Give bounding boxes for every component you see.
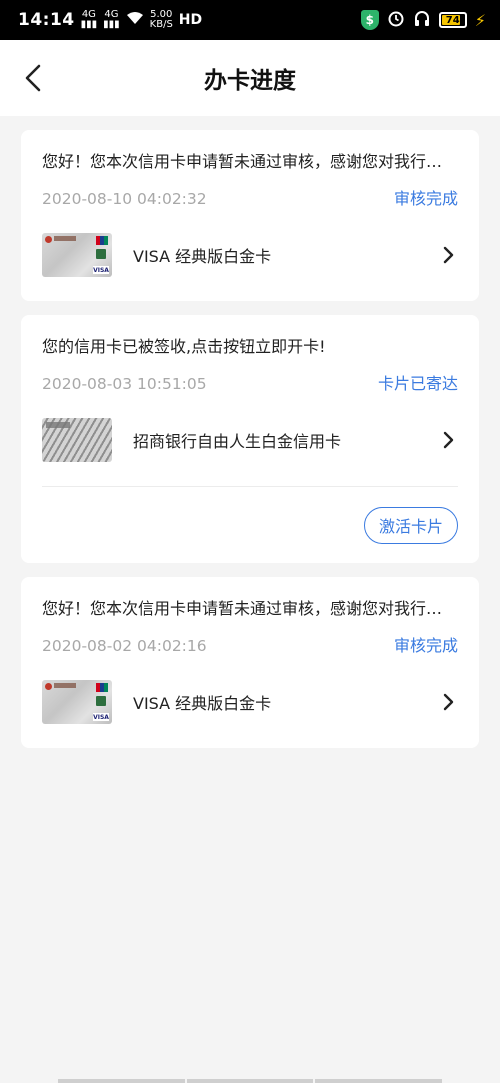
application-message[interactable]: 您好！您本次信用卡申请暂未通过审核，感谢您对我行…: [42, 130, 458, 172]
application-meta: 2020-08-03 10:51:05 卡片已寄达: [42, 374, 458, 394]
network-indicator-2: 4G ▮▮▮: [103, 9, 120, 30]
credit-card-image: [42, 418, 112, 462]
product-row[interactable]: 招商银行自由人生白金信用卡: [42, 394, 458, 486]
application-meta: 2020-08-02 04:02:16 审核完成: [42, 636, 458, 656]
wifi-icon: [126, 11, 144, 29]
application-message[interactable]: 您的信用卡已被签收,点击按钮立即开卡!: [42, 315, 458, 357]
chevron-right-icon: [438, 430, 458, 450]
application-status: 审核完成: [393, 636, 458, 655]
product-row[interactable]: VISA VISA 经典版白金卡: [42, 209, 458, 301]
application-status: 审核完成: [393, 189, 458, 208]
nav-header: 办卡进度: [0, 40, 500, 116]
activate-card-button[interactable]: 激活卡片: [363, 506, 458, 544]
shield-icon: $: [360, 10, 379, 30]
charging-icon: ⚡: [474, 10, 486, 30]
gesture-bar: [58, 1079, 443, 1083]
alarm-icon: [387, 9, 405, 31]
application-card: 您好！您本次信用卡申请暂未通过审核，感谢您对我行… 2020-08-02 04:…: [21, 577, 479, 748]
application-status: 卡片已寄达: [377, 374, 458, 393]
application-list: 您好！您本次信用卡申请暂未通过审核，感谢您对我行… 2020-08-10 04:…: [0, 116, 500, 748]
product-row[interactable]: VISA VISA 经典版白金卡: [42, 656, 458, 748]
chevron-right-icon: [438, 245, 458, 265]
hd-indicator: HD: [178, 12, 203, 28]
chevron-left-icon: [25, 64, 41, 92]
status-bar-left: 14:14 4G ▮▮▮ 4G ▮▮▮ 5.00 KB/S HD: [18, 9, 203, 31]
product-name: 招商银行自由人生白金信用卡: [133, 432, 342, 451]
network-speed: 5.00 KB/S: [149, 9, 173, 30]
back-button[interactable]: [14, 58, 54, 98]
credit-card-image: VISA: [42, 680, 112, 724]
application-date: 2020-08-03 10:51:05: [42, 375, 207, 393]
application-card: 您好！您本次信用卡申请暂未通过审核，感谢您对我行… 2020-08-10 04:…: [21, 130, 479, 301]
application-message[interactable]: 您好！您本次信用卡申请暂未通过审核，感谢您对我行…: [42, 577, 458, 619]
status-time: 14:14: [18, 10, 75, 30]
network-indicator-1: 4G ▮▮▮: [80, 9, 98, 30]
status-bar: 14:14 4G ▮▮▮ 4G ▮▮▮ 5.00 KB/S HD $ 74 ⚡: [0, 0, 500, 40]
credit-card-image: VISA: [42, 233, 112, 277]
battery-icon: 74: [438, 12, 467, 28]
page-title: 办卡进度: [204, 68, 296, 94]
status-bar-right: $ 74 ⚡: [360, 9, 486, 31]
action-row: 激活卡片: [42, 487, 458, 563]
application-card: 您的信用卡已被签收,点击按钮立即开卡! 2020-08-03 10:51:05 …: [21, 315, 479, 563]
product-name: VISA 经典版白金卡: [133, 247, 272, 266]
application-meta: 2020-08-10 04:02:32 审核完成: [42, 189, 458, 209]
application-date: 2020-08-10 04:02:32: [42, 190, 207, 208]
headphones-icon: [413, 9, 431, 31]
chevron-right-icon: [438, 692, 458, 712]
product-name: VISA 经典版白金卡: [133, 694, 272, 713]
application-date: 2020-08-02 04:02:16: [42, 637, 207, 655]
